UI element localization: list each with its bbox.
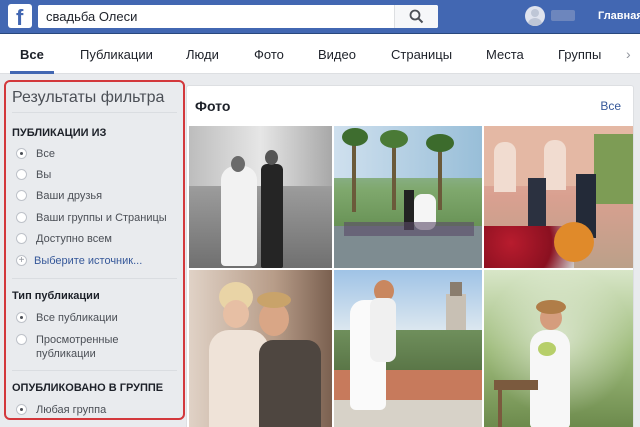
radio-icon[interactable] [16,334,27,345]
tab-groups[interactable]: Группы [558,47,601,62]
home-link[interactable]: Главная [598,10,640,22]
tab-posts[interactable]: Публикации [80,47,153,62]
tab-all[interactable]: Все [20,47,44,62]
option-label: Просмотренные публикации [36,334,119,360]
facebook-logo[interactable]: f [8,4,32,30]
photo-couple-embrace[interactable] [189,270,332,427]
see-all-photos-link[interactable]: Все [600,99,621,113]
search-box[interactable]: свадьба Олеси [38,5,438,28]
photo-bride-groom-bw[interactable] [189,126,332,268]
option-label: Ваши друзья [36,190,103,202]
tabs-more-icon[interactable]: › [626,46,631,62]
tab-places[interactable]: Места [486,47,524,62]
top-navigation-bar: f свадьба Олеси Главная [0,0,640,34]
photo-bride-castle[interactable] [334,270,482,427]
profile-avatar[interactable] [525,6,545,26]
filter-divider [12,278,177,279]
tab-pages[interactable]: Страницы [391,47,452,62]
photo-bride-garden[interactable] [484,270,633,427]
active-tab-indicator [10,71,54,74]
option-label: Доступно всем [36,233,112,245]
posted-in-group-heading: ОПУБЛИКОВАНО В ГРУППЕ [12,382,164,394]
photo-couple-flowers[interactable] [484,126,633,268]
facebook-logo-letter: f [16,5,24,30]
profile-name-blurred[interactable] [551,10,575,21]
search-icon [409,9,424,24]
radio-icon[interactable] [16,190,27,201]
filter-divider [12,370,177,371]
tab-videos[interactable]: Видео [318,47,356,62]
filter-title: Результаты фильтра [12,89,165,106]
option-label: Все [36,148,55,160]
option-label: Ваши группы и Страницы [36,212,167,224]
radio-icon[interactable] [16,148,27,159]
search-result-tabs: Все Публикации Люди Фото Видео Страницы … [0,34,640,74]
radio-icon[interactable] [16,404,27,415]
radio-icon[interactable] [16,233,27,244]
option-label: Вы [36,169,52,181]
posts-from-heading: ПУБЛИКАЦИИ ИЗ [12,127,107,139]
choose-source-label[interactable]: Выберите источник... [34,254,142,268]
radio-icon[interactable] [16,169,27,180]
option-label: Любая группа [36,404,107,416]
option-label: Все публикации [36,312,118,324]
filter-panel: Результаты фильтра ПУБЛИКАЦИИ ИЗ Все Вы … [4,80,185,420]
photos-card: Фото Все [186,85,634,427]
photos-title: Фото [195,98,231,114]
tab-people[interactable]: Люди [186,47,219,62]
radio-icon[interactable] [16,312,27,323]
radio-icon[interactable] [16,212,27,223]
plus-icon: + [16,255,27,266]
photo-ceremony-palms[interactable] [334,126,482,268]
tab-photos[interactable]: Фото [254,47,284,62]
search-input[interactable]: свадьба Олеси [46,9,137,24]
search-button[interactable] [394,5,438,28]
post-type-heading: Тип публикации [12,290,100,302]
filter-divider [12,112,177,113]
